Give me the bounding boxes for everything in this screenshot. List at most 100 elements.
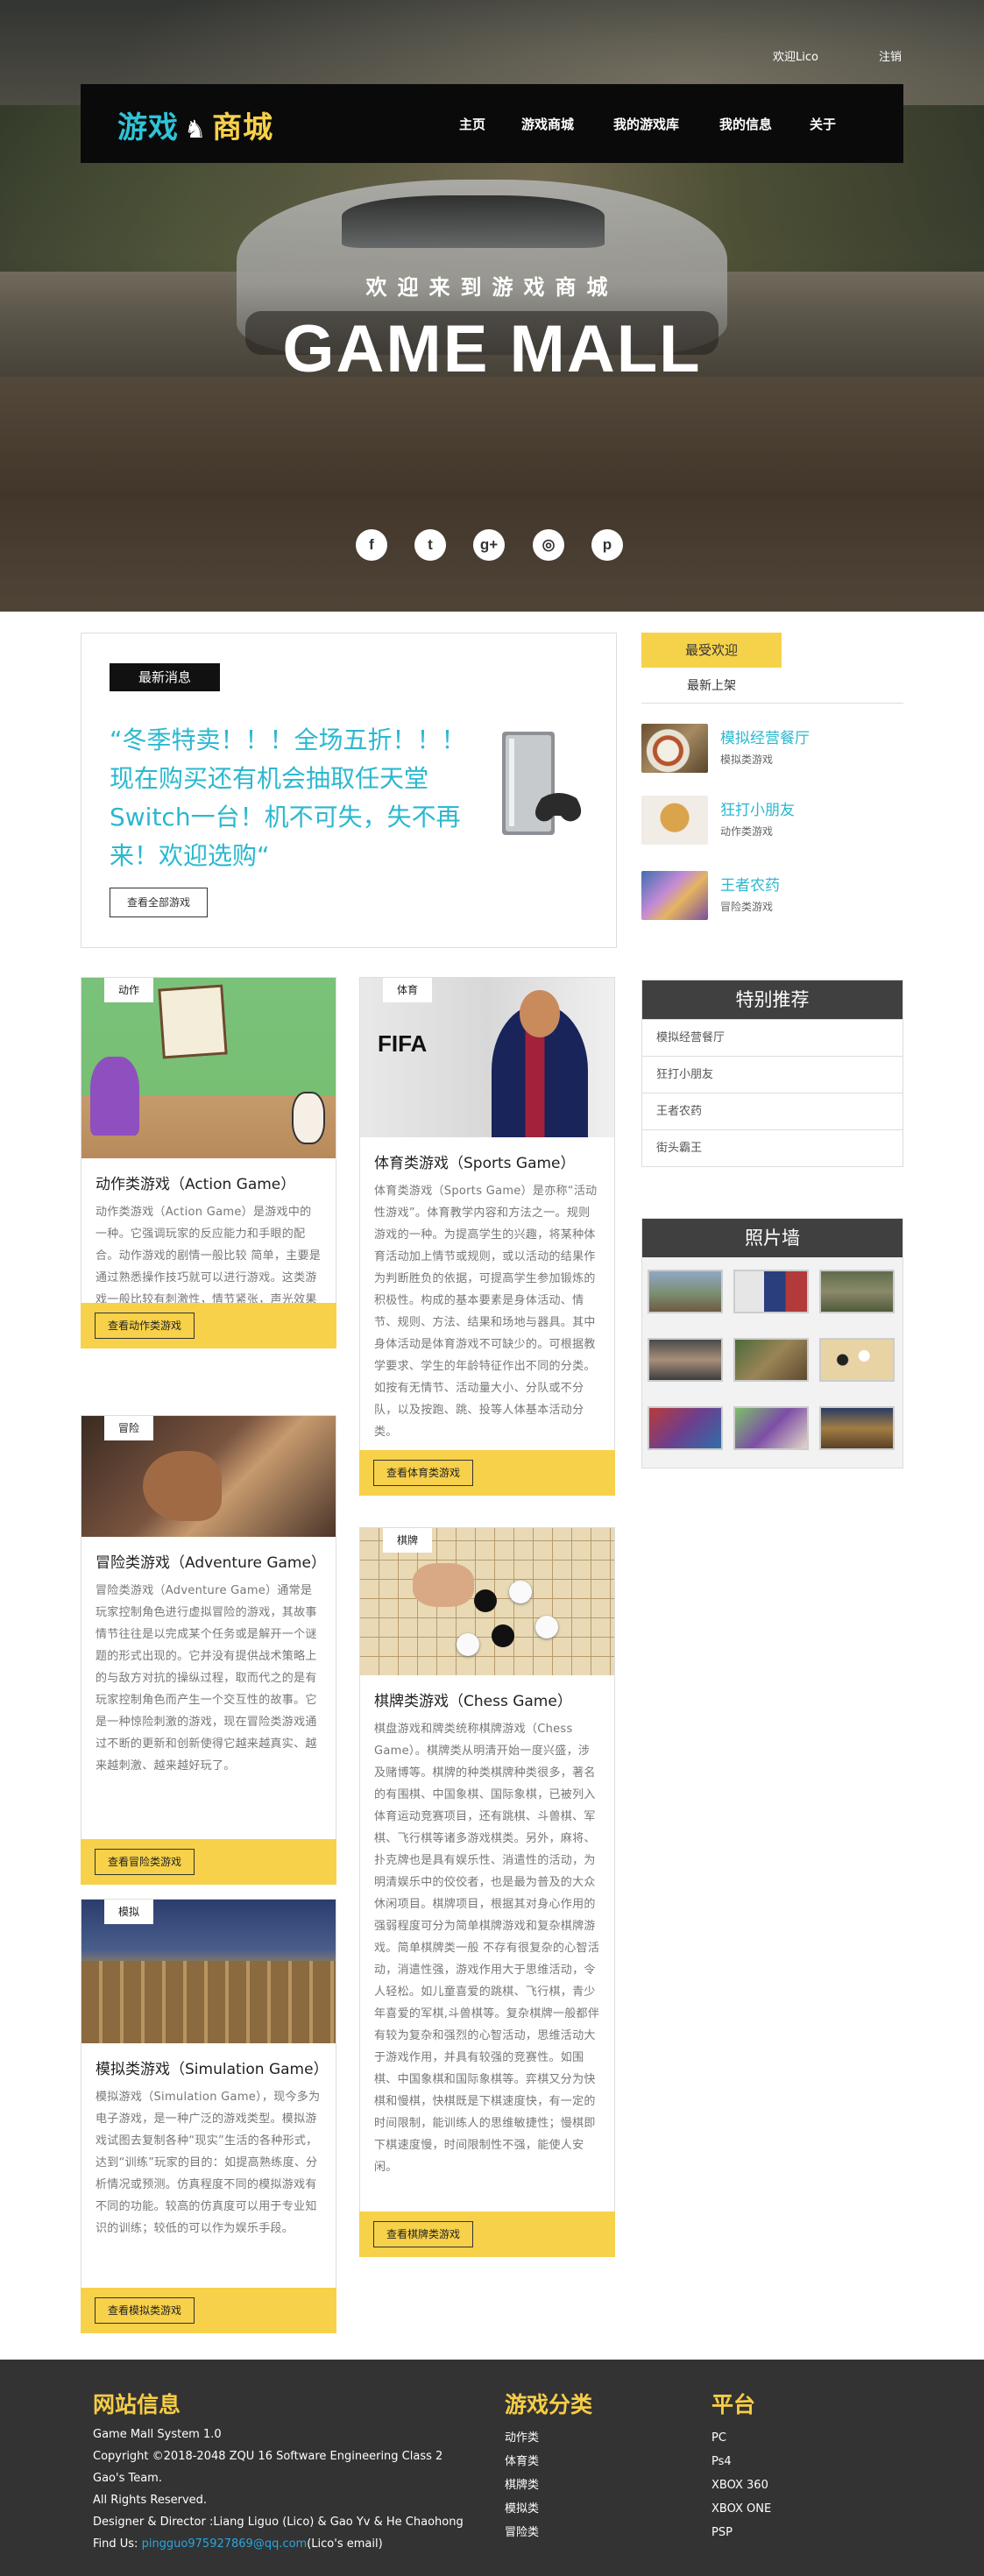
nav-my-info[interactable]: 我的信息 <box>719 115 772 133</box>
photo-thumbnail[interactable] <box>733 1406 809 1450</box>
category-tag: 棋牌 <box>383 1528 432 1553</box>
logout-link[interactable]: 注销 <box>879 47 902 64</box>
fifa-logo: FIFA <box>378 1030 428 1057</box>
twitter-icon[interactable]: t <box>414 529 446 561</box>
nav-home[interactable]: 主页 <box>459 115 485 133</box>
photo-thumbnail[interactable] <box>819 1270 895 1313</box>
footer-contact: Find Us: pingguo975927869@qq.com(Lico's … <box>93 2533 505 2555</box>
footer-platforms: PC Ps4 XBOX 360 XBOX ONE PSP <box>711 2426 771 2544</box>
card-footer: 查看动作类游戏 <box>81 1303 336 1348</box>
favorite-title[interactable]: 模拟经营餐厅 <box>720 725 810 747</box>
email-note: (Lico's email) <box>307 2537 383 2551</box>
footer-categories: 动作类 体育类 棋牌类 模拟类 冒险类 <box>505 2426 539 2544</box>
game-category-card: 动作 动作类游戏（Action Game） 动作类游戏（Action Game）… <box>81 977 336 1348</box>
photo-thumbnail[interactable] <box>648 1338 723 1382</box>
category-tag: 体育 <box>383 978 432 1002</box>
nav-game-mall[interactable]: 游戏商城 <box>521 115 574 133</box>
nav-my-library[interactable]: 我的游戏库 <box>613 115 679 133</box>
footer-info: Game Mall System 1.0 Copyright ©2018-204… <box>93 2424 505 2555</box>
category-tag: 动作 <box>104 978 153 1002</box>
footer-category-link[interactable]: 冒险类 <box>505 2521 539 2544</box>
photo-wall-title: 照片墙 <box>642 1219 903 1257</box>
footer-platform-link[interactable]: Ps4 <box>711 2450 771 2473</box>
footer-info-line: All Rights Reserved. <box>93 2494 208 2507</box>
footer-category-link[interactable]: 棋牌类 <box>505 2473 539 2497</box>
view-adventure-games-button[interactable]: 查看冒险类游戏 <box>95 1849 195 1875</box>
special-recommend-panel: 特别推荐 模拟经营餐厅 狂打小朋友 王者农药 街头霸王 <box>641 980 903 1167</box>
category-tag: 冒险 <box>104 1416 153 1440</box>
hero-title: GAME MALL <box>282 312 702 386</box>
favorite-item[interactable]: 狂打小朋友 动作类游戏 <box>641 796 904 848</box>
favorite-category: 模拟类游戏 <box>720 754 774 766</box>
footer-info-title: 网站信息 <box>93 2392 181 2417</box>
view-sports-games-button[interactable]: 查看体育类游戏 <box>373 1460 474 1486</box>
photo-wall-panel: 照片墙 <box>641 1218 903 1468</box>
favorite-category: 动作类游戏 <box>720 825 774 838</box>
footer-info-line: Game Mall System 1.0 <box>93 2428 222 2441</box>
view-action-games-button[interactable]: 查看动作类游戏 <box>95 1313 195 1339</box>
navbar: 游戏 ♞ 商城 主页 游戏商城 我的游戏库 我的信息 关于 <box>81 84 903 163</box>
nav-about[interactable]: 关于 <box>810 115 836 133</box>
photo-thumbnail[interactable] <box>819 1406 895 1450</box>
favorite-title[interactable]: 王者农药 <box>720 873 780 895</box>
view-simulation-games-button[interactable]: 查看模拟类游戏 <box>95 2297 195 2324</box>
email-link[interactable]: pingguo975927869@qq.com <box>142 2537 308 2551</box>
action-game-image: 动作 <box>81 978 336 1158</box>
game-category-card: 模拟 模拟类游戏（Simulation Game） 模拟游戏（Simulatio… <box>81 1899 336 2333</box>
card-title: 模拟类游戏（Simulation Game） <box>96 2061 329 2078</box>
favorite-item[interactable]: 模拟经营餐厅 模拟类游戏 <box>641 724 904 776</box>
card-footer: 查看体育类游戏 <box>359 1450 615 1496</box>
tab-most-popular[interactable]: 最受欢迎 <box>641 633 782 668</box>
photo-thumbnail[interactable] <box>648 1270 723 1313</box>
photo-grid <box>642 1257 903 1468</box>
footer-category-link[interactable]: 模拟类 <box>505 2497 539 2521</box>
recommend-item[interactable]: 王者农药 <box>642 1093 903 1129</box>
pinterest-icon[interactable]: p <box>591 529 623 561</box>
footer-platform-link[interactable]: PC <box>711 2426 771 2450</box>
footer-category-link[interactable]: 动作类 <box>505 2426 539 2450</box>
user-welcome-link[interactable]: 欢迎Lico <box>773 47 818 64</box>
site-footer: 网站信息 Game Mall System 1.0 Copyright ©201… <box>0 2360 984 2576</box>
photo-thumbnail[interactable] <box>733 1338 809 1382</box>
recommend-item[interactable]: 模拟经营餐厅 <box>642 1019 903 1056</box>
favorite-category: 冒险类游戏 <box>720 901 774 913</box>
footer-categories-title: 游戏分类 <box>505 2392 593 2417</box>
footer-info-line: Gao's Team. <box>93 2472 162 2485</box>
favorite-thumbnail <box>641 871 708 920</box>
footer-platform-link[interactable]: XBOX ONE <box>711 2497 771 2521</box>
game-category-card: 冒险 冒险类游戏（Adventure Game） 冒险类游戏（Adventure… <box>81 1415 336 1885</box>
photo-thumbnail[interactable] <box>819 1338 895 1382</box>
footer-platform-link[interactable]: XBOX 360 <box>711 2473 771 2497</box>
adventure-game-image: 冒险 <box>81 1416 336 1537</box>
view-chess-games-button[interactable]: 查看棋牌类游戏 <box>373 2221 474 2247</box>
special-recommend-title: 特别推荐 <box>642 980 903 1019</box>
card-title: 动作类游戏（Action Game） <box>96 1176 296 1193</box>
footer-platform-link[interactable]: PSP <box>711 2521 771 2544</box>
facebook-icon[interactable]: f <box>356 529 387 561</box>
recommend-item[interactable]: 狂打小朋友 <box>642 1056 903 1093</box>
favorite-title[interactable]: 狂打小朋友 <box>720 797 795 819</box>
game-category-card: FIFA 体育 体育类游戏（Sports Game） 体育类游戏（Sports … <box>359 977 615 1496</box>
card-footer: 查看棋牌类游戏 <box>359 2212 615 2257</box>
simulation-game-image: 模拟 <box>81 1900 336 2043</box>
site-logo[interactable]: 游戏 ♞ 商城 <box>117 103 273 146</box>
instagram-icon[interactable]: ◎ <box>533 529 564 561</box>
photo-thumbnail[interactable] <box>733 1270 809 1313</box>
recommend-item[interactable]: 街头霸王 <box>642 1129 903 1166</box>
tab-newest[interactable]: 最新上架 <box>641 676 782 694</box>
news-label: 最新消息 <box>110 663 220 691</box>
chess-game-image: 棋牌 <box>360 1528 614 1675</box>
favorite-item[interactable]: 王者农药 冒险类游戏 <box>641 871 904 924</box>
favorite-thumbnail <box>641 796 708 845</box>
google-plus-icon[interactable]: g+ <box>473 529 505 561</box>
card-title: 棋牌类游戏（Chess Game） <box>374 1693 572 1710</box>
footer-category-link[interactable]: 体育类 <box>505 2450 539 2473</box>
view-all-games-button[interactable]: 查看全部游戏 <box>110 888 208 917</box>
photo-thumbnail[interactable] <box>648 1406 723 1450</box>
card-title: 冒险类游戏（Adventure Game） <box>96 1554 326 1572</box>
favorite-thumbnail <box>641 724 708 773</box>
game-category-card: 棋牌 棋牌类游戏（Chess Game） 棋盘游戏和牌类统称棋牌游戏（Chess… <box>359 1527 615 2257</box>
game-console-image <box>502 732 582 835</box>
logo-text-1: 游戏 <box>117 110 179 145</box>
card-footer: 查看模拟类游戏 <box>81 2288 336 2333</box>
